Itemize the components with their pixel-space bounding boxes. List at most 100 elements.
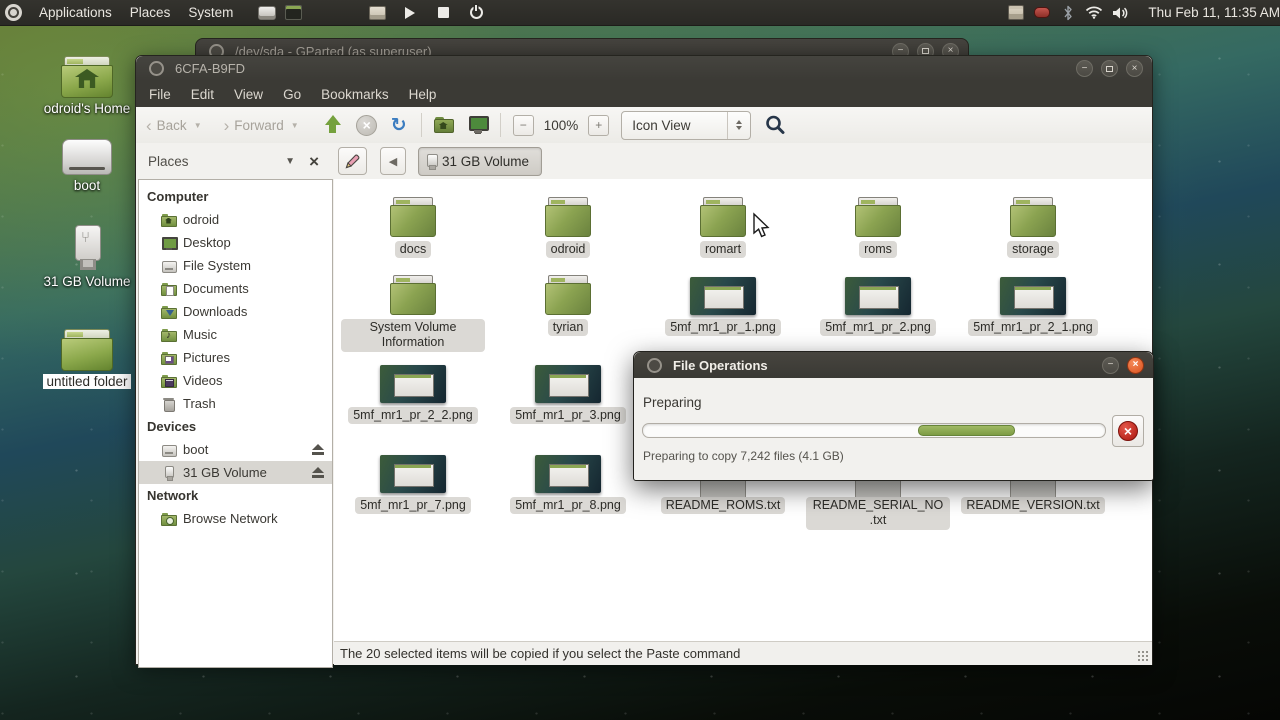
sidebar-close-icon[interactable]: × [309,153,334,170]
file-label: 5mf_mr1_pr_2_2.png [348,407,478,424]
sidebar-item-desktop[interactable]: Desktop [139,231,332,254]
file-docs[interactable]: docs [338,193,488,258]
distributor-logo-icon[interactable] [5,4,22,21]
fm-menu-bookmarks[interactable]: Bookmarks [311,87,399,102]
fm-close-button[interactable]: × [1126,60,1143,77]
file-odroid[interactable]: odroid [493,193,643,258]
back-chevron-icon: ‹ [146,117,152,134]
back-button[interactable]: ‹ Back ▼ [142,117,206,134]
menu-applications[interactable]: Applications [30,5,121,20]
forward-dropdown-icon[interactable]: ▼ [291,121,299,130]
go-up-button[interactable] [319,111,347,139]
resize-grip[interactable] [1137,650,1149,662]
file-5mf-mr1-pr-1-png[interactable]: 5mf_mr1_pr_1.png [648,271,798,336]
menu-places[interactable]: Places [121,5,180,20]
dialog-titlebar[interactable]: File Operations − × [634,352,1153,378]
zoom-in-button[interactable]: + [588,115,609,136]
desktop-icon-boot[interactable]: boot [35,139,139,193]
desktop-icon-odroid-s-home[interactable]: odroid's Home [35,56,139,116]
sidebar-item-file-system[interactable]: File System [139,254,332,277]
sidebar-item-pictures[interactable]: Pictures [139,346,332,369]
sidebar-item-downloads[interactable]: Downloads [139,300,332,323]
sidebar-item-music[interactable]: ♪Music [139,323,332,346]
sidebar-item-documents[interactable]: Documents [139,277,332,300]
file-cabinet-icon[interactable] [1006,3,1026,22]
panel-clock[interactable]: Thu Feb 11, 11:35 AM [1141,5,1280,20]
view-mode-select[interactable]: Icon View [621,111,751,140]
fm-menu-help[interactable]: Help [399,87,447,102]
edit-path-button[interactable] [338,147,367,175]
power-icon[interactable] [466,3,486,22]
fm-menu-view[interactable]: View [224,87,273,102]
file-operations-dialog: File Operations − × Preparing Preparing … [633,351,1154,481]
sidebar-item-boot[interactable]: boot [139,438,332,461]
bluetooth-icon[interactable] [1058,3,1078,22]
archive-icon[interactable] [367,3,387,22]
sidebar-item-odroid[interactable]: odroid [139,208,332,231]
fm-menu-go[interactable]: Go [273,87,311,102]
terminal-icon[interactable] [283,3,303,22]
wifi-icon[interactable] [1084,3,1104,22]
search-button[interactable] [761,111,789,139]
menu-system[interactable]: System [179,5,242,20]
sidebar-section-network: Network [139,484,332,507]
forward-button[interactable]: › Forward ▼ [220,117,303,134]
videos-folder-icon [161,373,177,389]
fm-menu-edit[interactable]: Edit [181,87,224,102]
sidebar-dropdown-icon[interactable]: ▼ [285,156,309,167]
file-system-volume-information[interactable]: System Volume Information [338,271,488,352]
fm-menu-file[interactable]: File [139,87,181,102]
fm-maximize-button[interactable] [1101,60,1118,77]
back-dropdown-icon[interactable]: ▼ [194,121,202,130]
file-label: romart [700,241,746,258]
cancel-operation-button[interactable] [1112,415,1144,447]
file-romart[interactable]: romart [648,193,798,258]
file-5mf-mr1-pr-2-1-png[interactable]: 5mf_mr1_pr_2_1.png [958,271,1108,336]
zoom-out-button[interactable]: − [513,115,534,136]
folder-icon [1010,197,1056,237]
file-5mf-mr1-pr-7-png[interactable]: 5mf_mr1_pr_7.png [338,449,488,514]
fm-menubar: FileEditViewGoBookmarksHelp [136,81,1152,108]
eject-icon[interactable] [311,467,325,478]
file-label: 5mf_mr1_pr_7.png [355,497,471,514]
stop-icon[interactable] [433,3,453,22]
sidebar-item-31-gb-volume[interactable]: 31 GB Volume [139,461,332,484]
file-tyrian[interactable]: tyrian [493,271,643,336]
documents-folder-icon [161,281,177,297]
file-5mf-mr1-pr-8-png[interactable]: 5mf_mr1_pr_8.png [493,449,643,514]
file-label: README_SERIAL_NO.txt [806,497,950,530]
home-button[interactable] [430,111,458,139]
desktop-icon-31-gb-volume[interactable]: ⑂31 GB Volume [35,225,139,289]
desktop-button[interactable] [464,111,492,139]
sidebar-header[interactable]: Places [136,154,285,169]
sidebar-item-trash[interactable]: Trash [139,392,332,415]
sidebar-section-devices: Devices [139,415,332,438]
system-tray [1003,3,1141,22]
drive-icon [161,258,177,274]
file-5mf-mr1-pr-2-png[interactable]: 5mf_mr1_pr_2.png [803,271,953,336]
file-roms[interactable]: roms [803,193,953,258]
fm-minimize-button[interactable]: − [1076,60,1093,77]
play-icon[interactable] [400,3,420,22]
eject-icon[interactable] [311,444,325,455]
path-scroll-left-button[interactable]: ◀ [380,147,406,175]
stop-button[interactable] [353,111,381,139]
gparted-icon[interactable] [257,3,277,22]
dialog-close-button[interactable]: × [1127,357,1144,374]
sidebar-item-videos[interactable]: Videos [139,369,332,392]
gamepad-icon[interactable] [1032,3,1052,22]
view-mode-stepper-icon[interactable] [727,112,750,139]
desktop-icon-untitled-folder[interactable]: untitled folder [35,329,139,389]
reload-button[interactable]: ↻ [385,111,413,139]
location-button[interactable]: 31 GB Volume [418,147,542,176]
file-5mf-mr1-pr-3-png[interactable]: 5mf_mr1_pr_3.png [493,359,643,424]
sidebar-item-browse-network[interactable]: Browse Network [139,507,332,530]
dialog-minimize-button[interactable]: − [1102,357,1119,374]
pencil-icon [344,153,361,170]
fm-window-title: 6CFA-B9FD [175,61,245,76]
file-storage[interactable]: storage [958,193,1108,258]
fm-titlebar[interactable]: 6CFA-B9FD − × [136,56,1152,81]
usb-drive-icon: ⑂ [70,225,104,271]
volume-icon[interactable] [1110,3,1130,22]
file-5mf-mr1-pr-2-2-png[interactable]: 5mf_mr1_pr_2_2.png [338,359,488,424]
